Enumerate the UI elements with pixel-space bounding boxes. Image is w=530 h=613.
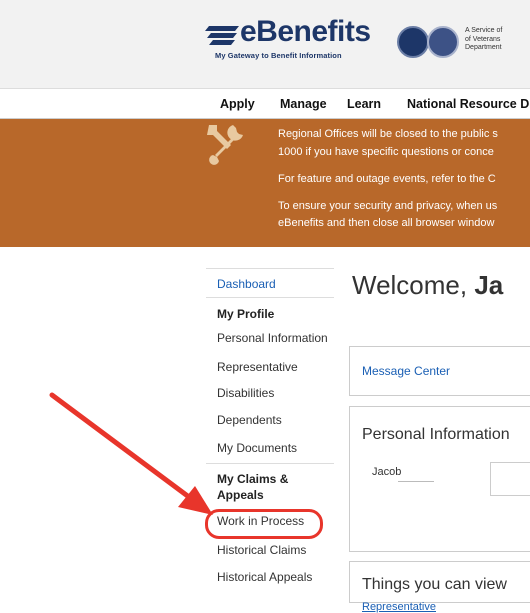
ebenefits-tagline: My Gateway to Benefit Information — [215, 51, 342, 60]
first-name-value: Jacob — [372, 466, 402, 478]
banner-line-1: Regional Offices will be closed to the p… — [278, 128, 498, 140]
tools-icon — [207, 125, 243, 165]
message-center-link[interactable]: Message Center — [362, 364, 450, 378]
sidebar-item-disabilities[interactable]: Disabilities — [217, 386, 274, 400]
va-seal-icon — [397, 26, 429, 58]
nav-apply[interactable]: Apply — [220, 97, 255, 111]
welcome-heading: Welcome, Ja — [352, 270, 504, 300]
ebenefits-logo-icon — [205, 26, 239, 45]
sidebar-heading-my-claims: My Claims & — [217, 472, 289, 486]
sidebar-item-personal-information[interactable]: Personal Information — [217, 331, 328, 345]
personal-information-title: Personal Information — [362, 426, 510, 443]
nav-manage[interactable]: Manage — [280, 97, 327, 111]
sidebar-divider — [206, 268, 334, 269]
banner-line-5: eBenefits and then close all browser win… — [278, 217, 495, 229]
sidebar-item-dashboard[interactable]: Dashboard — [217, 277, 276, 291]
sidebar-item-historical-claims[interactable]: Historical Claims — [217, 543, 306, 557]
banner-line-4: To ensure your security and privacy, whe… — [278, 200, 498, 212]
service-statement: A Service of of Veterans Department — [465, 27, 503, 51]
nav-learn[interactable]: Learn — [347, 97, 381, 111]
sidebar-item-dependents[interactable]: Dependents — [217, 413, 282, 427]
nav-national-resource-directory[interactable]: National Resource Di — [407, 97, 530, 111]
sidebar-item-representative[interactable]: Representative — [217, 360, 298, 374]
highlight-circle — [205, 509, 323, 539]
things-you-can-view-title: Things you can view — [362, 576, 507, 593]
sidebar-divider — [206, 463, 334, 464]
name-underline — [398, 481, 434, 482]
sidebar-item-historical-appeals[interactable]: Historical Appeals — [217, 570, 312, 584]
things-representative-link[interactable]: Representative — [362, 601, 436, 613]
sidebar-divider — [206, 297, 334, 298]
sidebar-item-my-documents[interactable]: My Documents — [217, 441, 297, 455]
sidebar-heading-my-profile: My Profile — [217, 307, 275, 321]
info-field-box — [490, 462, 530, 496]
dod-seal-icon — [427, 26, 459, 58]
banner-line-2: 1000 if you have specific questions or c… — [278, 146, 494, 158]
ebenefits-logo-text[interactable]: eBenefits — [240, 15, 371, 49]
banner-line-3: For feature and outage events, refer to … — [278, 173, 496, 185]
sidebar-heading-appeals: Appeals — [217, 488, 264, 502]
